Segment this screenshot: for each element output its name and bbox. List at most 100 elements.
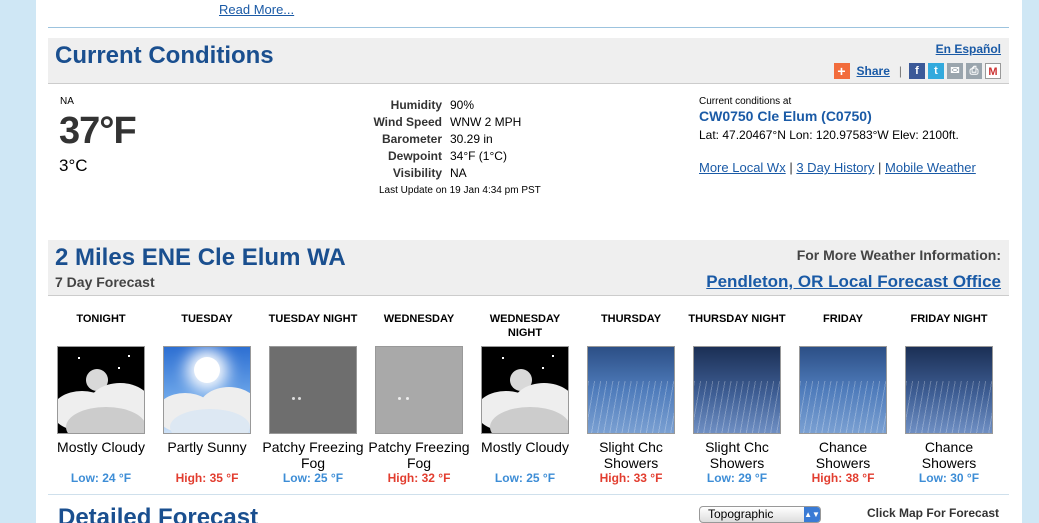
night-freezing-fog-icon[interactable]: [269, 346, 357, 434]
period-description: Chance Showers: [815, 439, 871, 471]
map-type-select[interactable]: Topographic ▲▼: [699, 506, 821, 523]
gmail-icon[interactable]: M: [985, 63, 1001, 79]
night-showers-icon[interactable]: [905, 346, 993, 434]
night-showers-icon[interactable]: [693, 346, 781, 434]
forecast-period[interactable]: TONIGHT Mostly Cloudy Low: 24 °F: [48, 312, 154, 485]
read-more-link[interactable]: Read More...: [219, 2, 294, 17]
period-temperature: Low: 24 °F: [70, 471, 132, 485]
detail-row-dewpoint: Dewpoint 34°F (1°C): [326, 147, 521, 164]
more-info-label: For More Weather Information:: [796, 247, 1001, 263]
period-description: Patchy Freezing Fog: [368, 439, 470, 471]
forecast-period[interactable]: TUESDAY NIGHT Patchy Freezing Fog Low: 2…: [260, 312, 366, 485]
detail-row-humidity: Humidity 90%: [326, 96, 521, 113]
station-link[interactable]: CW0750 Cle Elum (C0750): [699, 108, 872, 124]
period-name: THURSDAY: [600, 313, 662, 325]
last-update: Last Update on 19 Jan 4:34 pm PST: [379, 185, 541, 196]
period-temperature: High: 35 °F: [175, 471, 239, 485]
detail-value: 30.29 in: [450, 131, 493, 146]
period-description: Mostly Cloudy: [481, 439, 569, 455]
period-name: WEDNESDAY: [383, 313, 455, 325]
forecast-period[interactable]: WEDNESDAY Patchy Freezing Fog High: 32 °…: [366, 312, 472, 485]
chevron-up-down-icon[interactable]: ▲▼: [804, 507, 820, 522]
period-temperature: High: 32 °F: [387, 471, 451, 485]
share-link[interactable]: Share: [857, 64, 890, 78]
current-conditions-title: Current Conditions: [55, 42, 274, 69]
forecast-subtitle: 7 Day Forecast: [55, 274, 155, 290]
detail-value: NA: [450, 165, 467, 180]
period-temperature: High: 33 °F: [599, 471, 663, 485]
period-name: FRIDAY: [823, 313, 863, 325]
period-description: Slight Chc Showers: [705, 439, 769, 471]
email-icon[interactable]: ✉: [947, 63, 963, 79]
period-description: Chance Showers: [921, 439, 977, 471]
link-separator: |: [789, 160, 793, 175]
period-name: THURSDAY NIGHT: [688, 313, 786, 325]
condition-text: NA: [60, 96, 74, 107]
forecast-periods: TONIGHT Mostly Cloudy Low: 24 °F TUESDAY…: [48, 312, 1009, 485]
showers-icon[interactable]: [587, 346, 675, 434]
detail-row-wind: Wind Speed WNW 2 MPH: [326, 113, 521, 130]
freezing-fog-icon[interactable]: [375, 346, 463, 434]
period-temperature: Low: 25 °F: [282, 471, 344, 485]
period-name: TONIGHT: [76, 313, 126, 325]
forecast-office-link[interactable]: Pendleton, OR Local Forecast Office: [706, 272, 1001, 292]
current-conditions-header: Current Conditions En Español + Share | …: [48, 38, 1009, 84]
twitter-icon[interactable]: t: [928, 63, 944, 79]
detail-label: Humidity: [390, 97, 442, 112]
share-plus-icon[interactable]: +: [833, 63, 850, 79]
detail-value: 34°F (1°C): [450, 148, 507, 163]
divider: [48, 494, 1009, 495]
detailed-forecast-title: Detailed Forecast: [58, 504, 259, 523]
detail-row-barometer: Barometer 30.29 in: [326, 130, 521, 147]
period-temperature: Low: 30 °F: [918, 471, 980, 485]
detail-label: Wind Speed: [373, 114, 442, 129]
period-temperature: High: 38 °F: [811, 471, 875, 485]
more-local-wx-link[interactable]: More Local Wx: [699, 160, 786, 175]
period-description: Slight Chc Showers: [599, 439, 663, 471]
temperature-f: 37°F: [59, 110, 137, 152]
period-temperature: Low: 29 °F: [706, 471, 768, 485]
detail-label: Visibility: [392, 165, 442, 180]
period-temperature: Low: 25 °F: [494, 471, 556, 485]
share-bar: + Share | f t ✉ ⎙ M: [833, 62, 1001, 80]
espanol-link[interactable]: En Español: [936, 42, 1001, 56]
period-name: WEDNESDAY NIGHT: [489, 313, 561, 339]
forecast-period[interactable]: FRIDAY Chance Showers High: 38 °F: [790, 312, 896, 485]
forecast-header: 2 Miles ENE Cle Elum WA 7 Day Forecast F…: [48, 240, 1009, 296]
divider: [48, 27, 1009, 28]
night-mostly-cloudy-icon[interactable]: [481, 346, 569, 434]
detail-row-visibility: Visibility NA: [326, 164, 521, 181]
share-separator: |: [898, 64, 902, 78]
period-description: Patchy Freezing Fog: [262, 439, 364, 471]
partly-sunny-icon[interactable]: [163, 346, 251, 434]
three-day-history-link[interactable]: 3 Day History: [796, 160, 874, 175]
detail-value: WNW 2 MPH: [450, 114, 522, 129]
temperature-c: 3°C: [59, 156, 88, 175]
link-separator: |: [878, 160, 882, 175]
mobile-weather-link[interactable]: Mobile Weather: [885, 160, 976, 175]
conditions-details: Humidity 90% Wind Speed WNW 2 MPH Barome…: [326, 96, 521, 181]
page: Read More... Current Conditions En Españ…: [36, 0, 1022, 523]
forecast-location-title: 2 Miles ENE Cle Elum WA: [55, 244, 346, 271]
period-description: Mostly Cloudy: [57, 439, 145, 455]
facebook-icon[interactable]: f: [909, 63, 925, 79]
period-name: TUESDAY: [181, 313, 233, 325]
detail-label: Dewpoint: [388, 148, 442, 163]
showers-icon[interactable]: [799, 346, 887, 434]
period-description: Partly Sunny: [167, 439, 247, 455]
period-name: TUESDAY NIGHT: [268, 313, 358, 325]
forecast-period[interactable]: THURSDAY Slight Chc Showers High: 33 °F: [578, 312, 684, 485]
click-map-label: Click Map For Forecast: [867, 506, 1000, 520]
local-links: More Local Wx | 3 Day History | Mobile W…: [699, 160, 976, 175]
forecast-period[interactable]: TUESDAY Partly Sunny High: 35 °F: [154, 312, 260, 485]
conditions-at-label: Current conditions at: [699, 96, 792, 107]
period-name: FRIDAY NIGHT: [910, 313, 988, 325]
forecast-period[interactable]: FRIDAY NIGHT Chance Showers Low: 30 °F: [896, 312, 1002, 485]
detail-value: 90%: [450, 97, 475, 112]
map-type-value: Topographic: [708, 507, 774, 521]
detail-label: Barometer: [381, 131, 442, 146]
night-mostly-cloudy-icon[interactable]: [57, 346, 145, 434]
print-icon[interactable]: ⎙: [966, 63, 982, 79]
forecast-period[interactable]: THURSDAY NIGHT Slight Chc Showers Low: 2…: [684, 312, 790, 485]
forecast-period[interactable]: WEDNESDAY NIGHT Mostly Cloudy Low: 25 °F: [472, 312, 578, 485]
